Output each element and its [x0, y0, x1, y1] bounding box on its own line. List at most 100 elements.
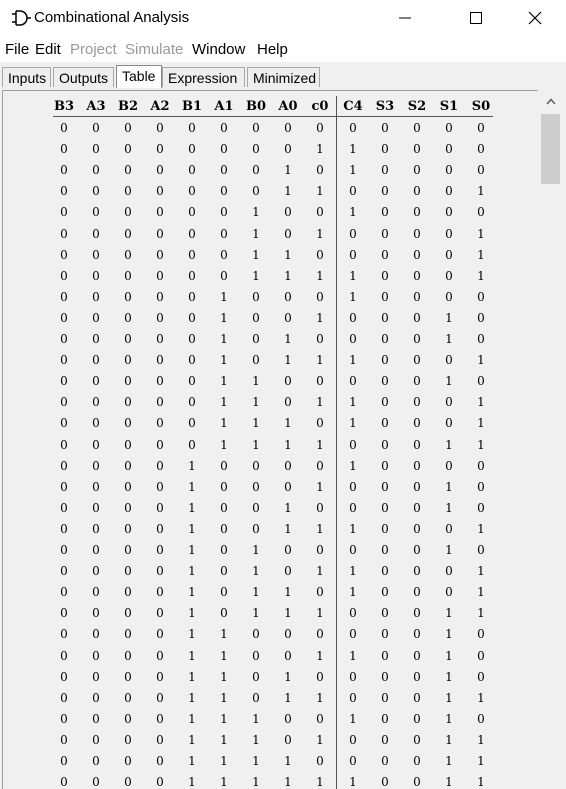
minimize-button[interactable] [382, 0, 428, 36]
vertical-scrollbar[interactable] [538, 90, 564, 788]
table-cell[interactable]: 1 [349, 290, 357, 304]
table-cell[interactable]: 0 [445, 142, 453, 156]
table-cell[interactable]: 0 [477, 121, 485, 135]
table-cell[interactable]: 0 [445, 459, 453, 473]
menu-project[interactable]: Project [70, 41, 117, 58]
table-cell[interactable]: 0 [413, 269, 421, 283]
table-cell[interactable]: 0 [413, 142, 421, 156]
table-cell[interactable]: 0 [445, 353, 453, 367]
table-cell[interactable]: 1 [477, 416, 485, 430]
table-cell[interactable]: 0 [477, 670, 485, 684]
table-cell[interactable]: 0 [381, 248, 389, 262]
table-cell[interactable]: 0 [477, 290, 485, 304]
table-cell[interactable]: 0 [349, 227, 357, 241]
table-cell[interactable]: 0 [413, 290, 421, 304]
table-cell[interactable]: 0 [381, 205, 389, 219]
table-cell[interactable]: 0 [413, 691, 421, 705]
table-cell[interactable]: 0 [349, 691, 357, 705]
table-cell[interactable]: 0 [381, 459, 389, 473]
tab-minimized[interactable]: Minimized [247, 67, 320, 87]
table-cell[interactable]: 0 [413, 459, 421, 473]
menu-file[interactable]: File [5, 41, 29, 58]
table-cell[interactable]: 0 [477, 543, 485, 557]
table-cell[interactable]: 0 [381, 395, 389, 409]
table-cell[interactable]: 1 [445, 374, 453, 388]
table-cell[interactable]: 0 [381, 353, 389, 367]
table-cell[interactable]: 0 [413, 395, 421, 409]
menu-window[interactable]: Window [192, 41, 245, 58]
table-cell[interactable]: 0 [477, 374, 485, 388]
table-cell[interactable]: 1 [349, 353, 357, 367]
table-cell[interactable]: 0 [413, 585, 421, 599]
table-cell[interactable]: 1 [477, 184, 485, 198]
table-cell[interactable]: 0 [381, 585, 389, 599]
table-cell[interactable]: 0 [381, 606, 389, 620]
table-cell[interactable]: 1 [349, 459, 357, 473]
table-cell[interactable]: 0 [349, 627, 357, 641]
table-cell[interactable]: 0 [381, 627, 389, 641]
table-cell[interactable]: 0 [477, 459, 485, 473]
table-cell[interactable]: 0 [445, 416, 453, 430]
table-cell[interactable]: 1 [445, 712, 453, 726]
table-cell[interactable]: 0 [413, 606, 421, 620]
table-cell[interactable]: 0 [413, 733, 421, 747]
table-cell[interactable]: 1 [445, 480, 453, 494]
tab-inputs[interactable]: Inputs [2, 67, 51, 87]
table-cell[interactable]: 1 [477, 395, 485, 409]
table-cell[interactable]: 1 [445, 543, 453, 557]
table-cell[interactable]: 0 [445, 269, 453, 283]
table-cell[interactable]: 0 [381, 184, 389, 198]
table-cell[interactable]: 0 [445, 290, 453, 304]
table-cell[interactable]: 0 [445, 248, 453, 262]
table-cell[interactable]: 0 [413, 311, 421, 325]
table-cell[interactable]: 1 [349, 163, 357, 177]
table-cell[interactable]: 0 [381, 227, 389, 241]
table-cell[interactable]: 1 [477, 691, 485, 705]
table-cell[interactable]: 0 [381, 564, 389, 578]
table-cell[interactable]: 0 [381, 438, 389, 452]
table-cell[interactable]: 0 [445, 121, 453, 135]
table-cell[interactable]: 0 [477, 332, 485, 346]
table-cell[interactable]: 0 [381, 332, 389, 346]
table-cell[interactable]: 1 [445, 332, 453, 346]
table-cell[interactable]: 1 [477, 353, 485, 367]
table-cell[interactable]: 0 [349, 670, 357, 684]
table-cell[interactable]: 0 [477, 480, 485, 494]
tab-outputs[interactable]: Outputs [53, 67, 114, 87]
table-cell[interactable]: 0 [413, 332, 421, 346]
table-cell[interactable]: 0 [477, 205, 485, 219]
table-cell[interactable]: 0 [381, 522, 389, 536]
table-cell[interactable]: 1 [477, 438, 485, 452]
table-cell[interactable]: 0 [381, 416, 389, 430]
table-cell[interactable]: 0 [445, 585, 453, 599]
table-cell[interactable]: 1 [349, 395, 357, 409]
table-cell[interactable]: 1 [445, 754, 453, 768]
table-cell[interactable]: 0 [413, 501, 421, 515]
table-cell[interactable]: 0 [413, 543, 421, 557]
table-cell[interactable]: 1 [349, 142, 357, 156]
table-cell[interactable]: 0 [413, 522, 421, 536]
table-cell[interactable]: 0 [413, 775, 421, 789]
table-cell[interactable]: 0 [349, 606, 357, 620]
table-cell[interactable]: 0 [413, 480, 421, 494]
table-cell[interactable]: 0 [413, 564, 421, 578]
close-button[interactable] [512, 0, 558, 36]
table-cell[interactable]: 0 [413, 438, 421, 452]
table-cell[interactable]: 1 [349, 712, 357, 726]
table-cell[interactable]: 0 [413, 121, 421, 135]
table-cell[interactable]: 0 [381, 691, 389, 705]
table-cell[interactable]: 0 [349, 121, 357, 135]
table-cell[interactable]: 0 [413, 227, 421, 241]
table-cell[interactable]: 1 [445, 670, 453, 684]
table-cell[interactable]: 0 [381, 775, 389, 789]
table-cell[interactable]: 1 [445, 606, 453, 620]
table-cell[interactable]: 0 [445, 227, 453, 241]
table-cell[interactable]: 1 [445, 311, 453, 325]
table-cell[interactable]: 1 [349, 522, 357, 536]
table-cell[interactable]: 0 [349, 374, 357, 388]
table-cell[interactable]: 0 [381, 480, 389, 494]
tab-table[interactable]: Table [116, 65, 162, 88]
table-cell[interactable]: 1 [445, 501, 453, 515]
table-cell[interactable]: 0 [445, 184, 453, 198]
table-cell[interactable]: 1 [477, 733, 485, 747]
